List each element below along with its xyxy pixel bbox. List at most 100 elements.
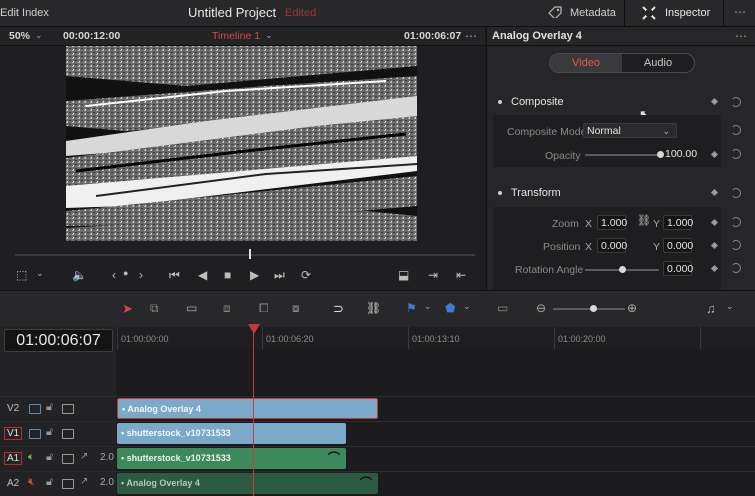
- trim-tool-icon[interactable]: ⧉: [150, 301, 159, 315]
- go-to-end-icon[interactable]: ⏭: [274, 268, 285, 283]
- music-note-icon[interactable]: ♫: [706, 301, 716, 316]
- timeline-timecode[interactable]: 01:00:06:07: [4, 329, 113, 352]
- replace-clip-icon[interactable]: ⧇: [292, 301, 300, 315]
- chevron-down-icon[interactable]: ⌄: [265, 30, 273, 41]
- match-frame-icon[interactable]: ⬓: [398, 268, 409, 282]
- insert-clip-icon[interactable]: ⧈: [223, 301, 231, 315]
- prev-edit-icon[interactable]: ‹: [112, 268, 116, 282]
- link-icon[interactable]: ⛓: [637, 214, 651, 227]
- speaker-icon[interactable]: 🔈︎: [28, 451, 35, 464]
- opacity-input[interactable]: 100.00: [662, 147, 697, 162]
- muted-speaker-icon[interactable]: 🔇︎: [28, 476, 35, 489]
- reset-icon[interactable]: [731, 240, 741, 250]
- track-destination-icon[interactable]: [29, 404, 41, 414]
- reset-icon[interactable]: [731, 149, 741, 159]
- composite-mode-select[interactable]: Normal ⌄: [583, 123, 677, 138]
- safe-area-icon[interactable]: ⬚: [16, 268, 27, 282]
- audio-curve-icon[interactable]: ↗: [80, 451, 88, 462]
- rotation-slider-knob[interactable]: [619, 266, 626, 273]
- zoom-in-icon[interactable]: ⊕: [627, 301, 637, 315]
- linked-selection-icon[interactable]: ⛓: [366, 301, 381, 315]
- position-y-input[interactable]: 0.000: [663, 238, 693, 253]
- chevron-down-icon[interactable]: ⌄: [463, 301, 471, 315]
- reset-icon[interactable]: [731, 217, 741, 227]
- timeline-zoom-slider[interactable]: [553, 308, 625, 310]
- zoom-x-input[interactable]: 1.000: [597, 215, 627, 230]
- loop-icon[interactable]: ⟳: [301, 268, 311, 282]
- keyframe-icon[interactable]: [710, 188, 719, 197]
- clip-a1[interactable]: • shutterstock_v10731533 ⌒: [117, 448, 346, 469]
- reset-icon[interactable]: [731, 188, 741, 198]
- section-enabled-dot[interactable]: [498, 191, 502, 195]
- timeline-playhead-line[interactable]: [253, 327, 254, 496]
- metadata-button[interactable]: Metadata: [570, 7, 616, 19]
- chevron-down-icon[interactable]: ⌄: [35, 30, 43, 41]
- edit-dot-icon[interactable]: ●: [123, 268, 128, 278]
- play-icon[interactable]: ▶: [250, 268, 259, 282]
- clip-a2[interactable]: • Analog Overlay 4 ⌒: [117, 473, 378, 494]
- edit-index-button[interactable]: Edit Index: [0, 7, 49, 19]
- zoom-dropdown[interactable]: 50%: [9, 30, 30, 42]
- track-destination-icon[interactable]: [29, 429, 41, 439]
- lock-icon[interactable]: 🔓︎: [46, 401, 53, 414]
- next-edit-icon[interactable]: ›: [139, 268, 143, 282]
- viewer-playhead[interactable]: [249, 249, 251, 259]
- clip-v2[interactable]: • Analog Overlay 4: [117, 398, 378, 419]
- lock-icon[interactable]: 🔓︎: [46, 451, 53, 464]
- timeline-name-dropdown[interactable]: Timeline 1: [212, 30, 260, 42]
- tab-video[interactable]: Video: [550, 54, 622, 72]
- track-label-v1[interactable]: V1: [4, 427, 23, 440]
- zoom-out-icon[interactable]: ⊖: [536, 301, 546, 315]
- rotation-angle-input[interactable]: 0.000: [663, 261, 693, 276]
- transform-section-title[interactable]: Transform: [511, 187, 561, 199]
- selection-tool-icon[interactable]: ➤: [122, 301, 133, 316]
- full-extent-zoom-icon[interactable]: ▭: [497, 301, 508, 315]
- position-x-input[interactable]: 0.000: [597, 238, 627, 253]
- audio-curve-icon[interactable]: ↗: [80, 476, 88, 487]
- reset-icon[interactable]: [731, 97, 741, 107]
- fade-handle-icon[interactable]: ⌒: [328, 448, 340, 469]
- zoom-y-input[interactable]: 1.000: [663, 215, 693, 230]
- marker-icon[interactable]: ⬟: [445, 301, 455, 315]
- tab-audio[interactable]: Audio: [622, 54, 694, 72]
- enable-track-icon[interactable]: [62, 404, 74, 414]
- flag-icon[interactable]: ⚑: [406, 301, 417, 315]
- timeline-zoom-knob[interactable]: [590, 305, 597, 312]
- track-label-a1[interactable]: A1: [4, 452, 23, 465]
- opacity-slider[interactable]: [585, 154, 661, 156]
- clip-v1[interactable]: • shutterstock_v10731533: [117, 423, 346, 444]
- inspector-button[interactable]: Inspector: [665, 7, 710, 19]
- chevron-down-icon[interactable]: ⌄: [726, 301, 734, 315]
- fade-handle-icon[interactable]: ⌒: [360, 473, 372, 494]
- inspector-icon[interactable]: [641, 5, 657, 21]
- more-options-icon[interactable]: ⋯: [735, 29, 747, 43]
- reset-icon[interactable]: [731, 263, 741, 273]
- lock-icon[interactable]: 🔓︎: [46, 476, 53, 489]
- track-label-a2[interactable]: A2: [7, 478, 19, 489]
- volume-icon[interactable]: 🔈: [72, 268, 87, 282]
- enable-track-icon[interactable]: [62, 429, 74, 439]
- timeline-playhead-handle[interactable]: [248, 324, 260, 334]
- go-to-start-icon[interactable]: ⏮: [169, 268, 180, 283]
- snapping-icon[interactable]: ⊃: [333, 301, 344, 316]
- scrub-bar[interactable]: [15, 254, 475, 256]
- overwrite-clip-icon[interactable]: ⧠: [259, 301, 269, 315]
- more-options-icon[interactable]: ⋯: [465, 29, 477, 43]
- enable-track-icon[interactable]: [62, 454, 74, 464]
- lock-icon[interactable]: 🔓︎: [46, 426, 53, 439]
- mark-in-icon[interactable]: ⇥: [428, 268, 438, 282]
- chevron-down-icon[interactable]: ⌄: [36, 268, 44, 279]
- metadata-icon[interactable]: [548, 6, 562, 18]
- blade-tool-icon[interactable]: ▭: [186, 301, 197, 315]
- stop-icon[interactable]: ■: [224, 268, 231, 282]
- section-enabled-dot[interactable]: [498, 100, 502, 104]
- track-label-v2[interactable]: V2: [7, 403, 19, 414]
- chevron-down-icon[interactable]: ⌄: [424, 301, 432, 315]
- play-reverse-icon[interactable]: ◀: [198, 268, 207, 282]
- composite-section-title[interactable]: Composite: [511, 96, 564, 108]
- more-options-icon[interactable]: ⋯: [734, 5, 746, 19]
- mark-out-icon[interactable]: ⇤: [456, 268, 466, 282]
- reset-icon[interactable]: [731, 125, 741, 135]
- enable-track-icon[interactable]: [62, 479, 74, 489]
- keyframe-icon[interactable]: [710, 97, 719, 106]
